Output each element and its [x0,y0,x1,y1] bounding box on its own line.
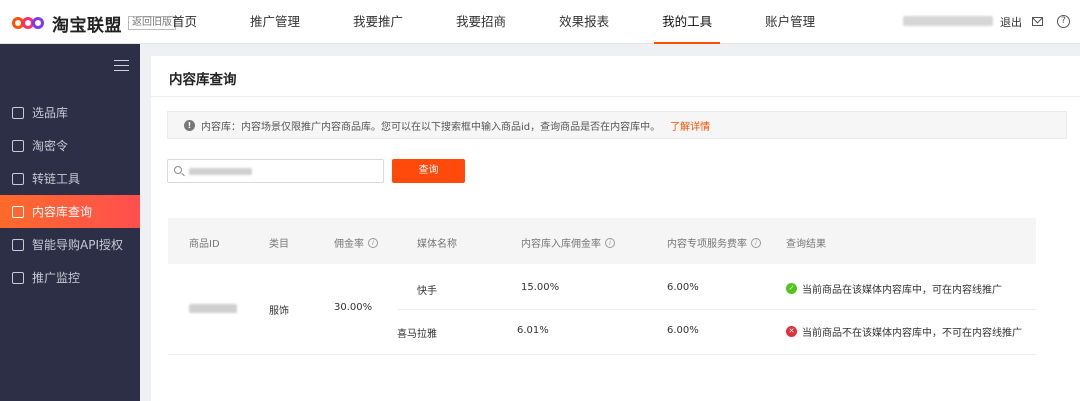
mail-icon[interactable] [1032,17,1043,26]
learn-more-link[interactable]: 了解详情 [670,118,710,133]
nav-account[interactable]: 账户管理 [753,0,827,44]
alimama-logo-icon [12,15,46,31]
service-fee-cell: 6.00% [667,282,699,293]
col-service-fee: 内容专项服务费率 i [667,235,761,250]
nav-promote[interactable]: 我要推广 [341,0,415,44]
col-category: 类目 [269,239,289,250]
media-name-cell: 喜马拉雅 [397,329,437,340]
chart-icon [12,139,24,152]
logout-link[interactable]: 退出 [1000,14,1022,30]
sidebar: 选品库 淘密令 转链工具 内容库查询 智能导购API授权 推广监控 [0,44,140,401]
nav-home[interactable]: 首页 [160,0,209,44]
sidebar-item-label: 智能导购API授权 [32,238,123,252]
username-redacted [903,16,993,26]
table-bottom-border [168,354,1036,355]
nav-reports[interactable]: 效果报表 [547,0,621,44]
brand-name: 淘宝联盟 [52,15,122,36]
service-fee-cell: 6.00% [667,325,699,336]
monitor-icon [12,271,24,284]
col-commission: 佣金率 i [334,235,378,250]
sidebar-item-api-auth[interactable]: 智能导购API授权 [0,228,140,261]
table-header: 商品ID 类目 佣金率 i 媒体名称 内容库入库佣金率 i 内容专项服务费率 i 查询… [168,218,1036,264]
content-rate-cell: 15.00% [521,282,560,293]
help-icon[interactable]: ? [1057,15,1070,28]
nav-my-tools[interactable]: 我的工具 [650,0,724,44]
search-icon [174,166,182,174]
commission-cell: 30.00% [334,302,373,313]
result-cell: ✓ 当前商品在该媒体内容库中，可在内容线推广 [786,281,1002,296]
sidebar-item-taomiling[interactable]: 淘密令 [0,129,140,162]
main-panel: 内容库查询 ! 内容库：内容场景仅限推广内容商品库。您可以在以下搜索框中输入商品… [151,56,1080,401]
sidebar-item-link-convert[interactable]: 转链工具 [0,162,140,195]
nav-merchant-recruit[interactable]: 我要招商 [444,0,518,44]
sidebar-item-label: 选品库 [32,106,69,120]
result-cell: ✕ 当前商品不在该媒体内容库中，不可在内容线推广 [786,324,1022,339]
top-navbar: 淘宝联盟 返回旧版 首页 推广管理 我要推广 我要招商 效果报表 我的工具 账户… [0,0,1080,44]
menu-toggle-icon[interactable] [114,60,129,71]
sidebar-item-label: 淘密令 [32,139,69,153]
col-content-commission: 内容库入库佣金率 i [521,235,615,250]
sidebar-item-promotion-monitor[interactable]: 推广监控 [0,261,140,294]
col-product-id: 商品ID [189,239,220,250]
category-cell: 服饰 [269,306,289,317]
search-doc-icon [12,205,24,218]
row-divider [397,309,1036,310]
sidebar-item-label: 推广监控 [32,271,81,285]
sidebar-item-product-library[interactable]: 选品库 [0,96,140,129]
page-title: 内容库查询 [169,72,237,88]
product-id-redacted [189,304,237,313]
question-icon[interactable]: i [368,237,378,248]
info-notice: ! 内容库：内容场景仅限推广内容商品库。您可以在以下搜索框中输入商品id，查询商… [167,111,1067,139]
divider [151,96,1080,97]
question-icon[interactable]: i [605,237,615,248]
link-icon [12,172,24,185]
question-icon[interactable]: i [751,237,761,248]
sidebar-item-label: 内容库查询 [32,205,93,219]
media-name-cell: 快手 [417,286,437,297]
sidebar-item-label: 转链工具 [32,172,81,186]
main-nav: 首页 推广管理 我要推广 我要招商 效果报表 我的工具 账户管理 [160,0,856,44]
nav-promotion-management[interactable]: 推广管理 [238,0,312,44]
col-result: 查询结果 [786,239,826,250]
product-id-search-input[interactable] [167,159,384,183]
query-button[interactable]: 查询 [392,159,465,183]
error-circle-icon: ✕ [786,326,797,337]
brand-logo[interactable]: 淘宝联盟 返回旧版 [12,12,176,36]
notice-text: 内容库：内容场景仅限推广内容商品库。您可以在以下搜索框中输入商品id，查询商品是… [201,121,661,133]
check-circle-icon: ✓ [786,283,797,294]
search-value-redacted [189,168,252,175]
sidebar-item-content-library-query[interactable]: 内容库查询 [0,195,140,228]
home-icon [12,106,24,119]
chat-icon [12,238,24,251]
content-rate-cell: 6.01% [517,325,549,336]
info-icon: ! [184,119,195,131]
col-media-name: 媒体名称 [417,239,457,250]
results-table: 商品ID 类目 佣金率 i 媒体名称 内容库入库佣金率 i 内容专项服务费率 i 查询… [168,218,1036,355]
